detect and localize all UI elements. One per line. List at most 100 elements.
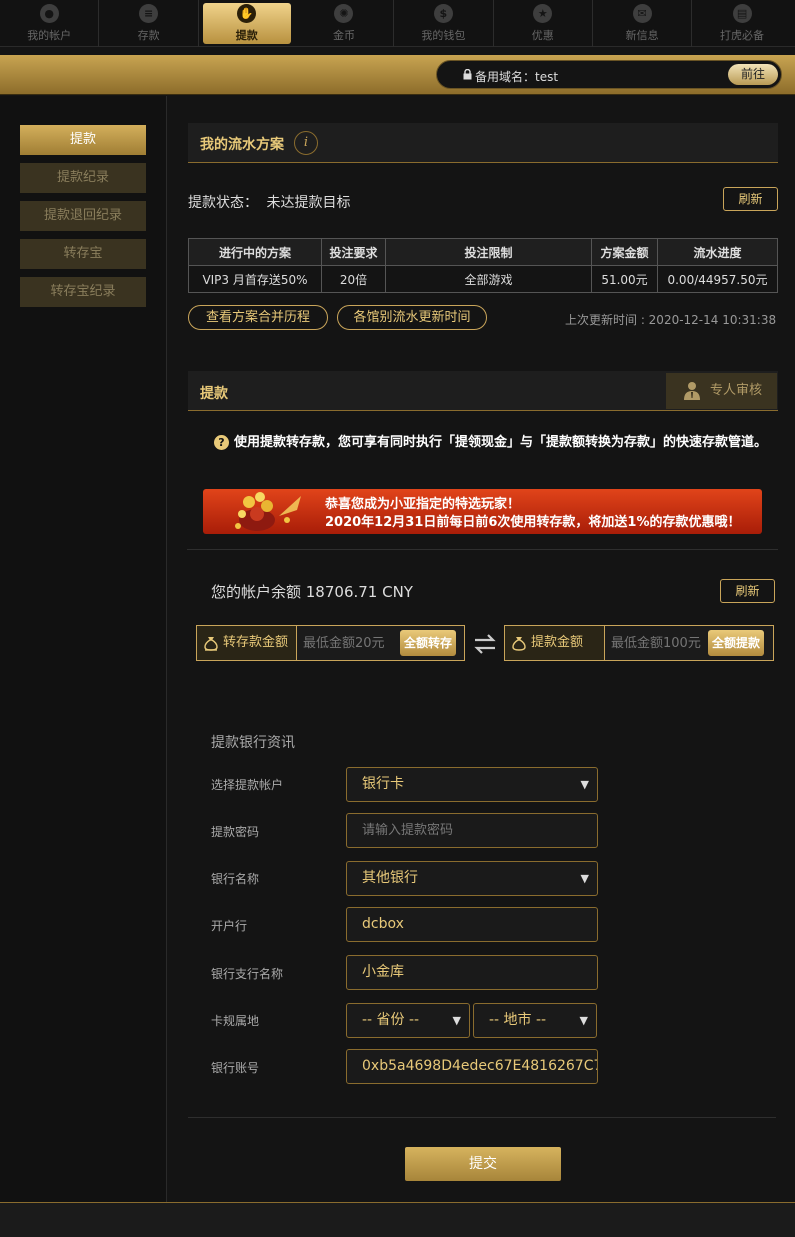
plan-section-title: 我的流水方案: [200, 137, 284, 153]
bank-account-input[interactable]: 0xb5a4698D4edec67E4816267C79c: [346, 1049, 598, 1084]
bank-name-select[interactable]: 其他银行 ▼: [346, 861, 598, 896]
money-bag-icon: [204, 637, 218, 651]
province-value: -- 省份 --: [362, 1012, 420, 1028]
bank-branch-input[interactable]: 小金库: [346, 955, 598, 990]
withdraw-amount-input[interactable]: [607, 626, 709, 660]
domain-bar: 备用域名：test 前往: [0, 55, 795, 95]
nav-item-my-account[interactable]: ● 我的帐户: [0, 0, 100, 47]
last-update-time: 上次更新时间 : 2020-12-14 10:31:38: [565, 313, 777, 327]
full-transfer-button[interactable]: 全额转存: [400, 630, 457, 656]
balance-refresh-button[interactable]: 刷新: [720, 579, 775, 603]
divider: [188, 1117, 776, 1118]
table-cell: 20倍: [321, 265, 386, 293]
plan-table: 进行中的方案 投注要求 投注限制 方案金额 流水进度 VIP3 月首存送50% …: [188, 238, 778, 293]
star-icon: ★: [533, 4, 553, 23]
sidebar-item-transfer-vault-records[interactable]: 转存宝纪录: [20, 277, 146, 307]
nav-label: 打虎必备: [720, 29, 765, 42]
card-region-label: 卡规属地: [211, 1014, 260, 1028]
plan-refresh-button[interactable]: 刷新: [723, 187, 778, 211]
nav-item-wallet[interactable]: $ 我的钱包: [394, 0, 494, 47]
mail-icon: ✉: [632, 4, 652, 23]
table-cell: 0.00/44957.50元: [657, 265, 778, 293]
bank-account-label: 银行账号: [211, 1061, 260, 1075]
merge-history-button[interactable]: 查看方案合并历程: [188, 305, 328, 330]
nav-label: 我的钱包: [421, 29, 466, 42]
nav-item-withdraw[interactable]: ✋ 提款: [202, 3, 291, 44]
promo-banner[interactable]: 恭喜您成为小亚指定的特选玩家！ 2020年12月31日前每日前6次使用转存款，将…: [203, 489, 762, 534]
bank-account-value: 0xb5a4698D4edec67E4816267C79c: [362, 1058, 598, 1074]
full-withdraw-button[interactable]: 全额提款: [708, 630, 765, 656]
nav-item-messages[interactable]: ✉ 新信息: [593, 0, 693, 47]
chevron-down-icon: ▼: [580, 778, 589, 791]
agent-review-label: 专人审核: [710, 383, 763, 398]
withdraw-password-placeholder: 请输入提款密码: [362, 823, 454, 838]
document-icon: ▤: [732, 4, 752, 23]
table-header: 投注要求: [321, 238, 386, 266]
submit-button[interactable]: 提交: [405, 1147, 561, 1181]
withdraw-account-value: 银行卡: [362, 776, 404, 792]
withdraw-status-value: 未达提款目标: [266, 195, 351, 211]
opening-bank-input[interactable]: dcbox: [346, 907, 598, 942]
money-bag-icon: [512, 637, 526, 651]
nav-label: 存款: [137, 29, 160, 42]
table-header-row: 进行中的方案 投注要求 投注限制 方案金额 流水进度: [188, 238, 778, 266]
transfer-amount-input[interactable]: [299, 626, 399, 660]
table-row: VIP3 月首存送50% 20倍 全部游戏 51.00元 0.00/44957.…: [188, 265, 778, 293]
province-select[interactable]: -- 省份 -- ▼: [346, 1003, 470, 1038]
transfer-amount-label: 转存款金额: [223, 635, 289, 650]
gift-bag-coins-icon: [235, 492, 301, 531]
backup-domain-label: 备用域名：test: [475, 70, 559, 84]
bank-name-value: 其他银行: [362, 870, 418, 886]
goto-button[interactable]: 前往: [728, 64, 778, 85]
sidebar-item-withdraw-records[interactable]: 提款纪录: [20, 163, 146, 193]
promo-banner-line1: 恭喜您成为小亚指定的特选玩家！: [325, 497, 521, 512]
question-icon: ?: [214, 435, 229, 450]
backup-domain-box: 备用域名：test 前往: [436, 60, 782, 89]
swap-arrows-icon[interactable]: [473, 633, 497, 655]
venue-update-time-button[interactable]: 各馆别流水更新时间: [337, 305, 487, 330]
table-header: 进行中的方案: [188, 238, 322, 266]
nav-label: 提款: [235, 29, 258, 42]
city-value: -- 地市 --: [489, 1012, 547, 1028]
sidebar-item-transfer-vault[interactable]: 转存宝: [20, 239, 146, 269]
table-cell: 51.00元: [591, 265, 658, 293]
withdraw-amount-label: 提款金额: [531, 635, 584, 650]
sidebar: 提款 提款纪录 提款退回纪录 转存宝 转存宝纪录: [0, 96, 167, 1202]
dollar-icon: $: [433, 4, 453, 23]
withdraw-amount-group: 提款金额 全额提款: [504, 625, 774, 661]
nav-label: 新信息: [625, 29, 659, 42]
nav-item-promotions[interactable]: ★ 优惠: [494, 0, 593, 47]
nav-item-deposit[interactable]: ≡ 存款: [99, 0, 199, 47]
sidebar-item-withdraw-return-records[interactable]: 提款退回纪录: [20, 201, 146, 231]
bank-info-title: 提款银行资讯: [211, 735, 295, 751]
bank-branch-value: 小金库: [362, 964, 404, 980]
footer: [0, 1202, 795, 1237]
table-header: 方案金额: [591, 238, 658, 266]
nav-label: 优惠: [531, 29, 554, 42]
withdraw-account-label: 选择提款帐户: [211, 778, 284, 792]
info-icon[interactable]: i: [294, 131, 318, 155]
coins-icon: ≡: [139, 4, 159, 23]
chevron-down-icon: ▼: [452, 1014, 461, 1027]
table-cell: VIP3 月首存送50%: [188, 265, 322, 293]
city-select[interactable]: -- 地市 -- ▼: [473, 1003, 597, 1038]
divider: [187, 549, 778, 550]
withdraw-amount-label-box: 提款金额: [505, 626, 605, 660]
nav-label: 金币: [332, 29, 355, 42]
withdraw-password-label: 提款密码: [211, 825, 260, 839]
agent-review-tab[interactable]: 专人审核: [666, 373, 777, 409]
nav-item-guide[interactable]: ▤ 打虎必备: [692, 0, 791, 47]
account-balance: 您的帐户余额 18706.71 CNY: [211, 583, 413, 601]
bank-branch-label: 银行支行名称: [211, 967, 284, 981]
promo-banner-line2: 2020年12月31日前每日前6次使用转存款，将加送1%的存款优惠哦！: [325, 515, 741, 530]
withdraw-status: 提款状态： 未达提款目标: [188, 192, 350, 212]
sidebar-item-withdraw[interactable]: 提款: [20, 125, 146, 155]
chevron-down-icon: ▼: [579, 1014, 588, 1027]
transfer-notice: ? 使用提款转存款，您可享有同时执行「提领现金」与「提款额转换为存款」的快速存款管…: [208, 432, 773, 454]
top-nav: ● 我的帐户 ≡ 存款 ✋ 提款 ✺ 金币 $ 我的钱包 ★ 优惠 ✉ 新信息 …: [0, 0, 795, 47]
withdraw-password-input[interactable]: 请输入提款密码: [346, 813, 598, 848]
user-icon: ●: [39, 4, 59, 23]
table-header: 流水进度: [657, 238, 778, 266]
withdraw-account-select[interactable]: 银行卡 ▼: [346, 767, 598, 802]
nav-item-coins[interactable]: ✺ 金币: [295, 0, 395, 47]
